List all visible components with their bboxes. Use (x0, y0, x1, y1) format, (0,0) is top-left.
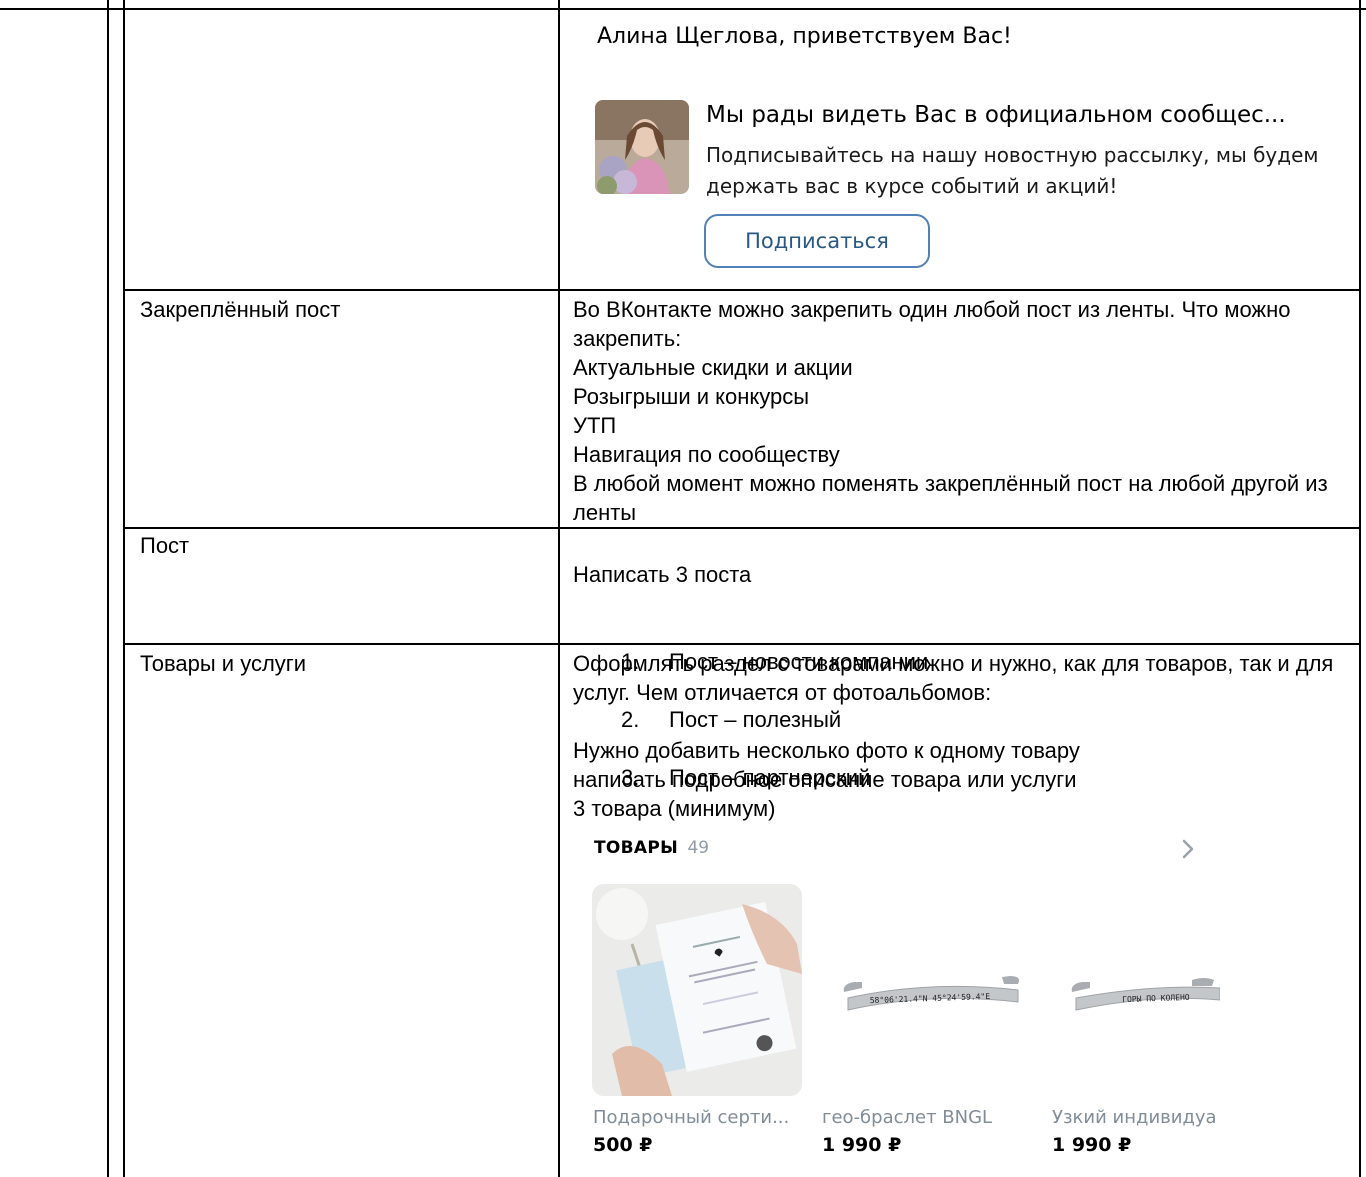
row-divider (123, 527, 1361, 529)
table-border-left (107, 0, 109, 1177)
row-label-goods: Товары и услуги (140, 651, 307, 676)
row-description-goods: Оформлять раздел с товарами можно и нужн… (573, 651, 1334, 821)
goods-header[interactable]: ТОВАРЫ 49 (594, 838, 709, 858)
product-image-gift-certificate[interactable] (592, 884, 802, 1096)
post-intro: Написать 3 поста (573, 562, 752, 587)
avatar (595, 100, 689, 194)
row-label-post: Пост (140, 533, 190, 558)
table-column-divider (558, 0, 560, 1177)
product-name[interactable]: Узкий индивидуа (1052, 1107, 1220, 1128)
community-title: Мы рады видеть Вас в официальном сообщес… (706, 102, 1286, 128)
product-name[interactable]: гео-браслет BNGL (822, 1107, 1034, 1128)
chevron-right-icon[interactable] (1178, 836, 1198, 862)
greeting-text: Алина Щеглова, приветствуем Вас! (597, 24, 1012, 49)
row-label-pinned-post: Закреплённый пост (140, 297, 341, 322)
goods-title: ТОВАРЫ (594, 838, 679, 858)
table-border-inner (123, 0, 125, 1177)
row-divider (123, 289, 1361, 291)
table-border-top (0, 8, 1366, 10)
product-price: 1 990 ₽ (1052, 1134, 1132, 1156)
row-description-pinned-post: Во ВКонтакте можно закрепить один любой … (573, 297, 1328, 525)
product-price: 1 990 ₽ (822, 1134, 902, 1156)
product-price: 500 ₽ (593, 1134, 653, 1156)
community-message: Подписывайтесь на нашу новостную рассылк… (706, 143, 1319, 198)
goods-count: 49 (687, 838, 710, 858)
subscribe-button[interactable]: Подписаться (704, 214, 930, 268)
table-border-right (1359, 0, 1361, 1177)
product-image-geo-bracelet[interactable]: 58°06'21.4"N 45°24'59.4"E (822, 884, 1032, 1096)
product-name[interactable]: Подарочный серти... (593, 1107, 805, 1128)
product-image-narrow-bracelet[interactable]: ГОРЫ ПО КОЛЕНО (1052, 884, 1220, 1096)
